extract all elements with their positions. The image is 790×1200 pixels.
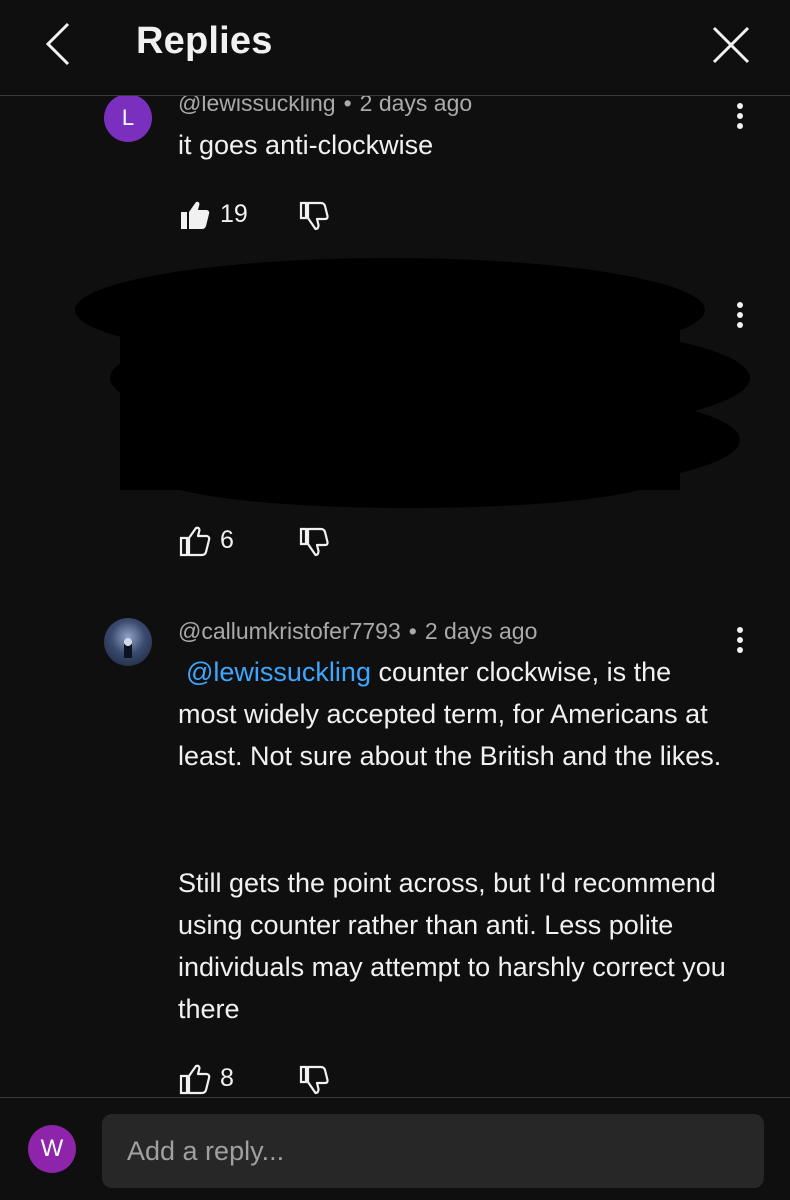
mention-link[interactable]: @lewissuckling — [186, 657, 371, 687]
comment-time: 2 days ago — [424, 618, 538, 644]
like-icon[interactable] — [178, 198, 212, 232]
dislike-icon[interactable] — [298, 526, 330, 558]
comment-text: it goes anti-clockwise — [178, 130, 434, 160]
page-title: Replies — [136, 20, 273, 62]
comment-paragraph: Still gets the point across, but I'd rec… — [178, 868, 726, 1024]
comment-author[interactable]: @callumkristofer7793 — [178, 618, 401, 644]
like-count: 6 — [220, 526, 234, 554]
reply-bar: W — [0, 1097, 790, 1200]
like-count: 8 — [220, 1064, 234, 1092]
reply-input[interactable] — [102, 1114, 764, 1188]
comment-text: @lewissuckling counter clockwise, is the… — [178, 651, 728, 777]
avatar[interactable] — [104, 618, 152, 666]
meta-separator: • — [408, 618, 417, 644]
like-count: 19 — [220, 200, 248, 228]
more-options-icon[interactable] — [726, 96, 754, 136]
more-options-icon[interactable] — [726, 295, 754, 335]
header: Replies — [0, 0, 790, 96]
dislike-icon[interactable] — [298, 200, 330, 232]
avatar[interactable]: L — [104, 94, 152, 142]
dislike-icon[interactable] — [298, 1064, 330, 1096]
chevron-left-icon[interactable] — [40, 20, 80, 68]
like-icon[interactable] — [178, 524, 212, 558]
more-options-icon[interactable] — [726, 620, 754, 660]
comment-meta: @callumkristofer7793 • 2 days ago — [178, 618, 537, 645]
avatar[interactable] — [104, 288, 152, 336]
avatar[interactable]: W — [28, 1125, 76, 1173]
close-icon[interactable] — [708, 22, 754, 68]
like-icon[interactable] — [178, 1062, 212, 1096]
